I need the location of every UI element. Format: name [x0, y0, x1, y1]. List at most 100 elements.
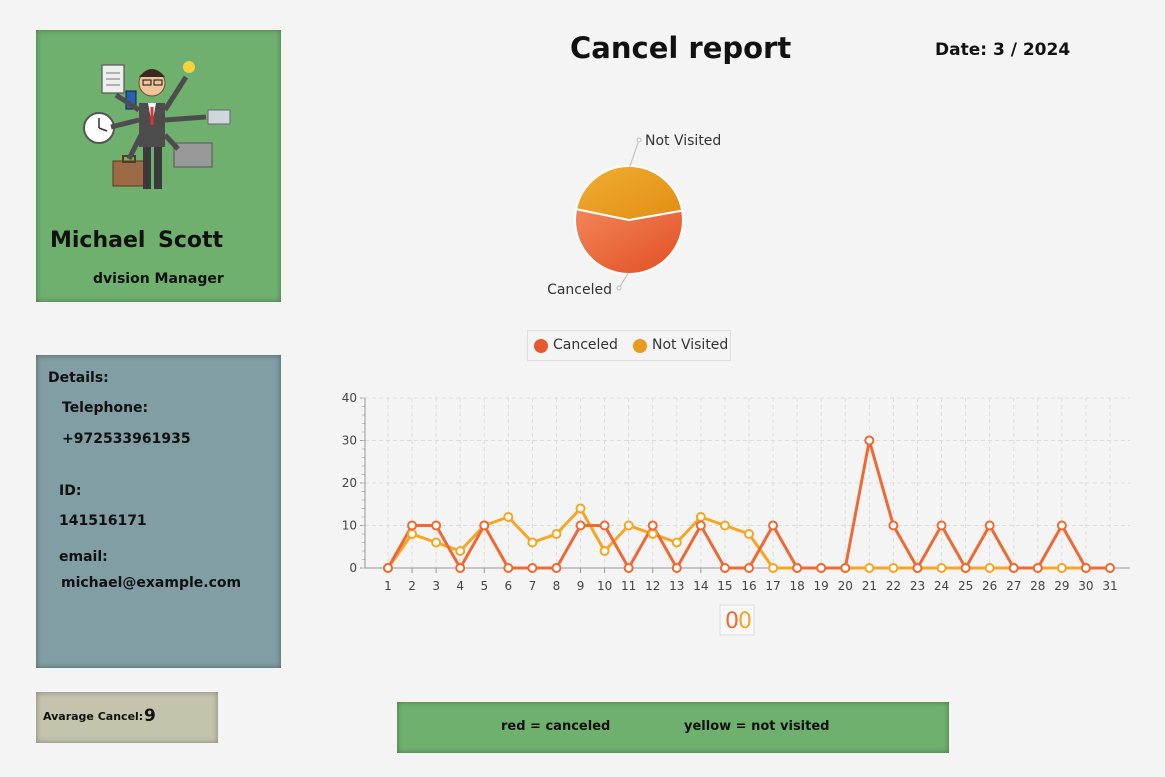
series-canceled-point [816, 563, 827, 573]
id-label: ID: [59, 483, 82, 499]
x-tick-label: 2 [408, 579, 416, 593]
color-key-red: red = canceled [501, 719, 611, 734]
series-not-visited-point [864, 563, 875, 573]
legend-not-visited-label: Not Visited [652, 337, 729, 353]
average-cancel-value: 9 [144, 706, 156, 726]
series-canceled-point [407, 520, 418, 531]
average-cancel-label: Avarage Cancel: [43, 710, 144, 723]
series-canceled-point [792, 563, 803, 573]
details-card: Details: Telephone: +972533961935 ID: 14… [36, 355, 281, 668]
telephone-value: +972533961935 [62, 431, 191, 447]
x-tick-label: 10 [597, 579, 612, 593]
manager-illustration [83, 61, 231, 189]
y-tick-label: 10 [342, 519, 357, 533]
pie-label-not-visited: Not Visited [645, 133, 721, 149]
x-tick-label: 27 [1006, 579, 1021, 593]
series-canceled-point [864, 435, 875, 446]
series-not-visited-point [599, 546, 610, 556]
series-canceled-point [1105, 563, 1115, 573]
x-tick-label: 21 [862, 579, 877, 593]
series-not-visited-point [936, 563, 947, 573]
series-canceled-point [888, 520, 899, 531]
x-tick-label: 3 [432, 579, 440, 593]
x-tick-label: 13 [669, 579, 684, 593]
color-key-yellow: yellow = not visited [684, 719, 830, 734]
id-value: 141516171 [59, 513, 147, 529]
series-canceled-point [623, 563, 634, 573]
series-canceled-point [647, 520, 658, 531]
x-tick-label: 18 [789, 579, 804, 593]
y-tick-label: 30 [342, 434, 357, 448]
series-canceled-point [719, 563, 730, 573]
series-canceled-point [936, 520, 947, 531]
pie-label-not-visited-line [629, 139, 640, 168]
series-not-visited-point [1056, 563, 1067, 573]
series-canceled-point [431, 520, 442, 531]
x-tick-label: 14 [693, 579, 708, 593]
series-canceled-point [599, 520, 610, 531]
x-tick-label: 6 [505, 579, 513, 593]
pie-slice-not-visited [574, 165, 684, 222]
series-canceled-point [695, 520, 706, 531]
series-canceled-point [768, 520, 779, 531]
cancel-pie-chart: Canceled Not Visited [547, 133, 721, 298]
series-canceled-point [455, 563, 466, 573]
x-tick-label: 8 [553, 579, 561, 593]
pie-label-canceled-line [618, 272, 629, 289]
series-not-visited-point [503, 512, 514, 522]
series-not-visited-point [623, 520, 634, 531]
series-not-visited-point [888, 563, 899, 573]
series-not-visited-point [984, 563, 995, 573]
telephone-label: Telephone: [62, 400, 149, 416]
x-tick-label: 24 [934, 579, 949, 593]
series-not-visited-point [407, 529, 418, 539]
y-tick-label: 40 [342, 391, 357, 405]
profile-first-name: Michael [50, 228, 146, 253]
x-tick-label: 15 [717, 579, 732, 593]
page-title: Cancel report [570, 31, 792, 65]
series-marker-canceled: 0 [725, 609, 739, 634]
series-canceled-point [840, 563, 851, 573]
x-tick-label: 7 [529, 579, 537, 593]
y-tick-label: 0 [349, 561, 357, 575]
email-value: michael@example.com [61, 575, 242, 591]
x-tick-label: 1 [384, 579, 392, 593]
series-not-visited-point [551, 529, 562, 539]
series-canceled-point [1032, 563, 1043, 573]
series-canceled-point [744, 563, 754, 573]
x-tick-label: 22 [886, 579, 901, 593]
series-canceled-point [1056, 520, 1067, 531]
series-canceled-point [503, 563, 514, 573]
x-tick-label: 26 [982, 579, 997, 593]
series-not-visited-point [455, 546, 466, 556]
series-canceled-point [912, 563, 923, 573]
series-not-visited-point [647, 529, 658, 539]
x-tick-label: 29 [1054, 579, 1069, 593]
color-key-bar: red = canceled yellow = not visited [397, 702, 949, 753]
series-canceled-point [1008, 563, 1019, 573]
series-not-visited-point [719, 520, 730, 531]
series-canceled-point [671, 563, 682, 573]
daily-cancel-line-chart: 0102030401 2 3 4 5 6 7 8 9 10 11 12 13 14 15 16 17 18 19 20… [342, 391, 1130, 636]
series-not-visited-point [527, 537, 538, 548]
series-canceled-point [984, 520, 995, 531]
x-tick-label: 30 [1078, 579, 1093, 593]
series-not-visited-point [575, 503, 586, 514]
x-tick-label: 28 [1030, 579, 1045, 593]
pie-label-canceled: Canceled [547, 282, 612, 298]
email-label: email: [59, 549, 108, 565]
series-canceled-point [1080, 563, 1091, 573]
pie-legend: Canceled Not Visited [527, 330, 731, 361]
legend-canceled-swatch [534, 339, 548, 353]
x-tick-label: 11 [621, 579, 636, 593]
y-tick-label: 20 [342, 476, 357, 490]
series-not-visited-point [431, 537, 442, 548]
x-tick-label: 5 [480, 579, 488, 593]
x-tick-label: 9 [577, 579, 585, 593]
x-tick-label: 16 [741, 579, 756, 593]
legend-not-visited-swatch [633, 339, 647, 353]
profile-last-name: Scott [158, 228, 224, 253]
legend-canceled-label: Canceled [553, 337, 618, 353]
x-tick-label: 4 [456, 579, 464, 593]
x-tick-label: 17 [765, 579, 780, 593]
